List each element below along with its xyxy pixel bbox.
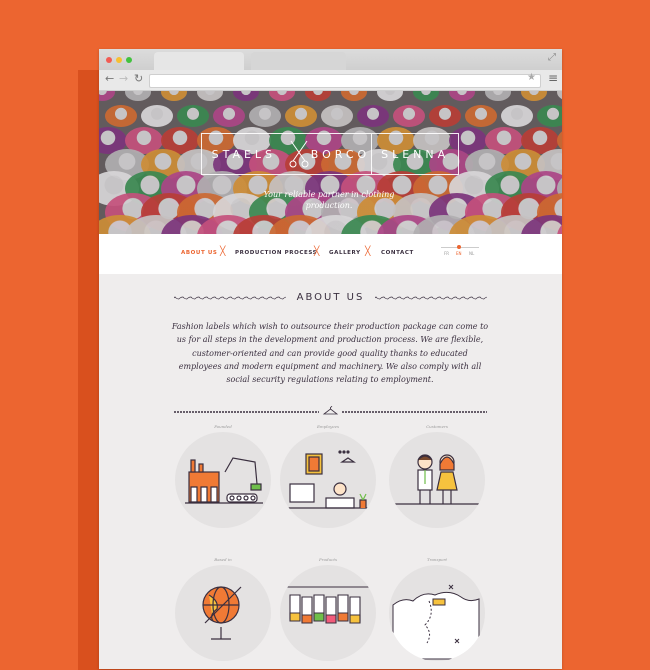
language-fr[interactable]: FR [444, 251, 449, 256]
customers-icon [389, 432, 485, 528]
address-bar[interactable] [149, 74, 541, 88]
hero-banner: STAELS BORCO SLENNA Your reliable partne… [99, 91, 562, 234]
browser-toolbar: ← → ↻ ★ ≡ [99, 70, 562, 91]
nav-production-process[interactable]: PRODUCTION PROCESS [235, 250, 317, 256]
language-en[interactable]: EN [456, 251, 462, 256]
zoom-window-dot[interactable] [126, 57, 132, 63]
logo-word-3: SLENNA [371, 134, 458, 174]
nav-gallery[interactable]: GALLERY [329, 250, 361, 256]
needle-separator-icon: ╳ [220, 247, 226, 257]
scissors-icon [289, 140, 309, 168]
nav-about-us[interactable]: ABOUT US [181, 250, 217, 256]
feature-label: Products [318, 557, 338, 562]
wave-ornament-right [375, 296, 487, 300]
main-navigation: ABOUT US ╳ PRODUCTION PROCESS ╳ GALLERY … [99, 234, 562, 274]
browser-tab-active[interactable] [154, 52, 244, 70]
browser-titlebar: ⤢ [99, 49, 562, 70]
browser-tab[interactable] [251, 52, 346, 70]
logo-word-2: BORCO [286, 134, 372, 174]
feature-label: Founded [214, 424, 232, 429]
about-section: ABOUT US Fashion labels which wish to ou… [99, 274, 562, 669]
about-paragraph: Fashion labels which wish to outsource t… [171, 322, 489, 385]
browser-window: ⤢ ← → ↻ ★ ≡ STAELS BORCO SLENNA Your rel… [99, 49, 562, 669]
fullscreen-icon[interactable]: ⤢ [548, 52, 556, 63]
feature-label: Transport [426, 557, 448, 562]
brand-logo[interactable]: STAELS BORCO SLENNA [201, 133, 459, 175]
needle-separator-icon: ╳ [314, 247, 320, 257]
language-slider-knob[interactable] [457, 245, 461, 249]
hanger-icon [322, 406, 339, 415]
factory-icon [175, 432, 271, 528]
needle-separator-icon: ╳ [365, 247, 371, 257]
language-nl[interactable]: NL [469, 251, 474, 256]
stitch-divider [174, 406, 487, 415]
feature-label: Customers [426, 424, 448, 429]
office-worker-icon [280, 432, 376, 528]
feature-label: Based in [214, 557, 232, 562]
browser-menu-icon[interactable]: ≡ [548, 71, 558, 85]
section-title: ABOUT US [296, 292, 365, 303]
nav-contact[interactable]: CONTACT [381, 250, 414, 256]
minimize-window-dot[interactable] [116, 57, 122, 63]
close-window-dot[interactable] [106, 57, 112, 63]
bookmark-star-icon[interactable]: ★ [527, 72, 536, 83]
hero-tagline: Your reliable partner in clothing produc… [263, 190, 395, 210]
feature-label: Employees [316, 424, 339, 429]
logo-word-1: STAELS [211, 147, 277, 161]
forward-icon[interactable]: → [119, 72, 128, 85]
back-icon[interactable]: ← [105, 72, 114, 85]
reload-icon[interactable]: ↻ [134, 72, 143, 85]
